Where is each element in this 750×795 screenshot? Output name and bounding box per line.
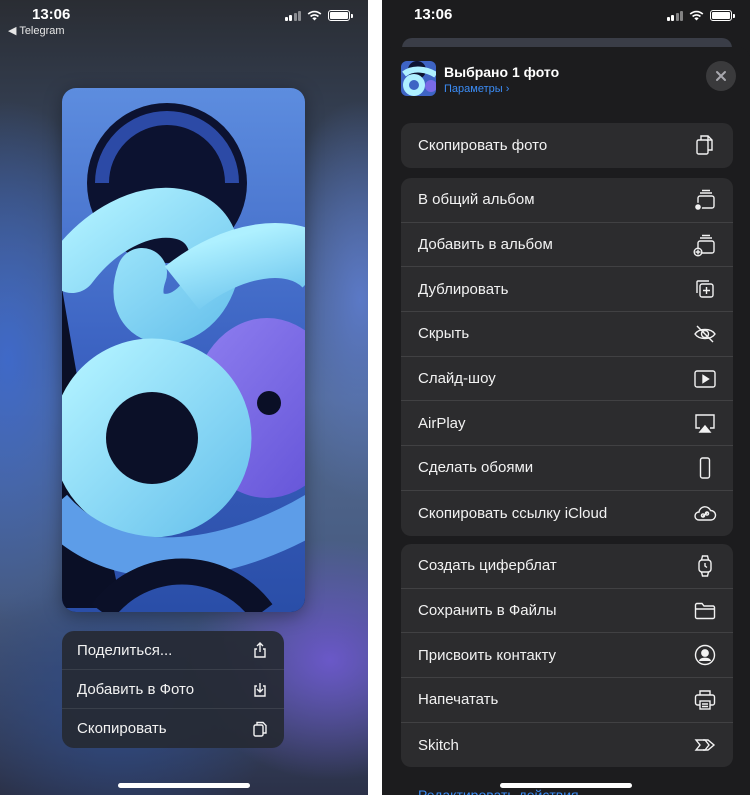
print-action[interactable]: Напечатать xyxy=(401,678,733,723)
action-group-copy: Скопировать фото xyxy=(401,123,733,168)
set-wallpaper-action[interactable]: Сделать обоями xyxy=(401,446,733,491)
cellular-signal-icon xyxy=(284,10,301,21)
contact-icon xyxy=(694,645,716,666)
cloud-link-icon xyxy=(694,506,717,521)
wifi-icon xyxy=(307,10,322,21)
eye-slash-icon xyxy=(694,325,716,343)
close-button[interactable] xyxy=(706,61,736,91)
wifi-icon xyxy=(689,10,704,21)
duplicate-icon xyxy=(696,280,714,298)
photo-thumbnail xyxy=(401,61,436,96)
printer-icon xyxy=(694,690,716,710)
home-indicator[interactable] xyxy=(500,783,632,788)
battery-icon xyxy=(328,10,353,21)
context-menu: Поделиться... Добавить в Фото Скопироват… xyxy=(62,631,284,748)
skitch-icon xyxy=(694,739,716,751)
copy-icloud-link-label: Скопировать ссылку iCloud xyxy=(418,504,608,522)
left-phone-screen: 13:06 ◀ Telegram Поделиться... Добавить … xyxy=(0,0,368,795)
sheet-title: Выбрано 1 фото xyxy=(444,64,560,80)
shared-album-icon xyxy=(693,189,715,212)
duplicate-action[interactable]: Дублировать xyxy=(401,267,733,313)
skitch-action[interactable]: Skitch xyxy=(401,723,733,768)
share-sheet-header: Выбрано 1 фото Параметры › xyxy=(382,47,750,109)
battery-icon xyxy=(710,10,735,21)
share-label: Поделиться... xyxy=(77,641,173,659)
play-icon xyxy=(694,369,716,388)
copy-icloud-link-action[interactable]: Скопировать ссылку iCloud xyxy=(401,491,733,536)
status-icons xyxy=(284,10,353,21)
share-icon xyxy=(254,642,266,658)
share-sheet: Выбрано 1 фото Параметры › Скопировать ф… xyxy=(382,47,750,795)
right-phone-screen: 13:06 Выбрано 1 фото Параметры › Скопиро… xyxy=(382,0,750,795)
create-watch-face-action[interactable]: Создать циферблат xyxy=(401,544,733,589)
action-group-other: Создать циферблат Сохранить в Файлы Прис… xyxy=(401,544,733,768)
screenshot-divider xyxy=(368,0,382,795)
slideshow-label: Слайд-шоу xyxy=(418,370,496,388)
status-time: 13:06 xyxy=(414,6,453,23)
shared-album-label: В общий альбом xyxy=(418,191,535,209)
close-icon xyxy=(716,71,726,81)
assign-to-contact-action[interactable]: Присвоить контакту xyxy=(401,633,733,679)
airplay-icon xyxy=(695,414,715,433)
copy-icon xyxy=(253,721,267,737)
skitch-label: Skitch xyxy=(418,736,459,754)
cellular-signal-icon xyxy=(666,10,683,21)
back-to-telegram-link[interactable]: ◀ Telegram xyxy=(8,24,65,37)
hide-action[interactable]: Скрыть xyxy=(401,312,733,357)
status-bar: 13:06 ◀ Telegram xyxy=(0,0,368,40)
hide-label: Скрыть xyxy=(418,325,470,343)
slideshow-action[interactable]: Слайд-шоу xyxy=(401,357,733,402)
copy-photo-label: Скопировать фото xyxy=(418,136,548,154)
status-time: 13:06 xyxy=(32,6,71,23)
set-wallpaper-label: Сделать обоями xyxy=(418,459,534,477)
airplay-action[interactable]: AirPlay xyxy=(401,401,733,447)
print-label: Напечатать xyxy=(418,691,499,709)
add-to-album-action[interactable]: Добавить в альбом xyxy=(401,223,733,268)
add-album-icon xyxy=(693,234,715,257)
copy-label: Скопировать xyxy=(77,720,167,737)
add-to-album-label: Добавить в альбом xyxy=(418,236,553,254)
copy-menu-item[interactable]: Скопировать xyxy=(62,709,284,748)
status-bar: 13:06 xyxy=(382,0,750,40)
edit-actions-link[interactable]: Редактировать действия... xyxy=(418,787,590,795)
create-watch-face-label: Создать циферблат xyxy=(418,557,557,575)
status-icons xyxy=(666,10,735,21)
share-menu-item[interactable]: Поделиться... xyxy=(62,631,284,670)
assign-to-contact-label: Присвоить контакту xyxy=(418,646,557,664)
home-indicator[interactable] xyxy=(118,783,250,788)
add-to-photos-menu-item[interactable]: Добавить в Фото xyxy=(62,670,284,709)
copy-doc-icon xyxy=(696,135,713,156)
folder-icon xyxy=(694,602,716,619)
download-icon xyxy=(254,683,266,697)
shared-album-action[interactable]: В общий альбом xyxy=(401,178,733,223)
watch-icon xyxy=(698,555,712,577)
options-link[interactable]: Параметры › xyxy=(444,83,509,95)
action-group-photos: В общий альбом Добавить в альбом Дублиро… xyxy=(401,178,733,536)
copy-photo-action[interactable]: Скопировать фото xyxy=(401,123,733,168)
airplay-label: AirPlay xyxy=(418,414,466,432)
duplicate-label: Дублировать xyxy=(418,280,509,298)
add-to-photos-label: Добавить в Фото xyxy=(77,680,195,698)
phone-icon xyxy=(699,457,711,479)
save-to-files-action[interactable]: Сохранить в Файлы xyxy=(401,589,733,634)
photo-preview xyxy=(62,88,305,612)
save-to-files-label: Сохранить в Файлы xyxy=(418,602,557,620)
